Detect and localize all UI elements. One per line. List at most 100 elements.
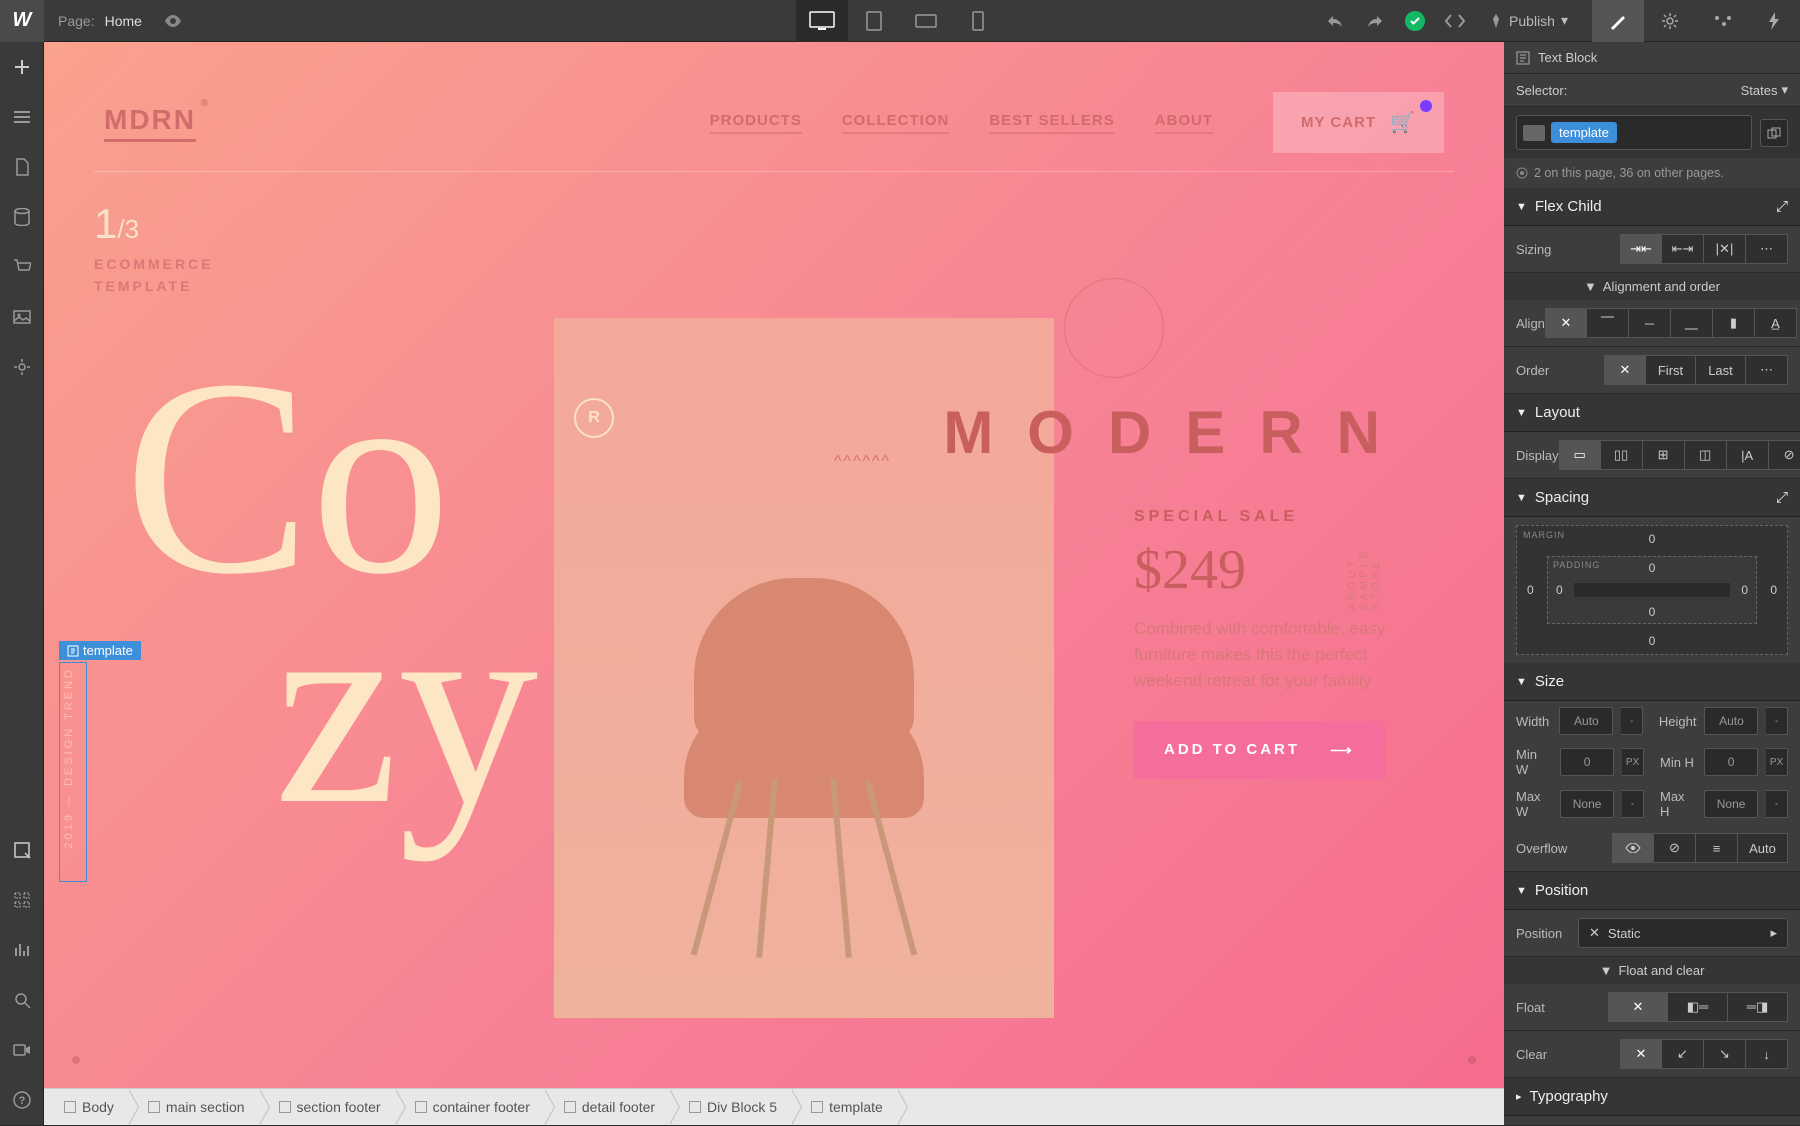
- crumb-main-section[interactable]: main section: [128, 1089, 259, 1126]
- overflow-auto[interactable]: Auto: [1738, 833, 1788, 863]
- states-dropdown[interactable]: States ▾: [1741, 82, 1788, 98]
- display-block[interactable]: ▭: [1559, 440, 1601, 470]
- width-input[interactable]: [1559, 707, 1613, 735]
- crumb-template[interactable]: template: [791, 1089, 897, 1126]
- display-inline-block[interactable]: ◫: [1685, 440, 1727, 470]
- section-position[interactable]: ▼Position: [1504, 872, 1800, 910]
- interactions-tab[interactable]: [1748, 0, 1800, 42]
- sizing-grow[interactable]: ⇤⇥: [1662, 234, 1704, 264]
- crumb-container-footer[interactable]: container footer: [395, 1089, 544, 1126]
- style-manager-tab[interactable]: [1696, 0, 1748, 42]
- clear-none[interactable]: ✕: [1620, 1039, 1662, 1069]
- float-none[interactable]: ✕: [1608, 992, 1668, 1022]
- minh-input[interactable]: [1704, 748, 1758, 776]
- section-size[interactable]: ▼Size: [1504, 663, 1800, 701]
- sizing-more[interactable]: ⋯: [1746, 234, 1788, 264]
- order-none[interactable]: ✕: [1604, 355, 1646, 385]
- grid-button[interactable]: [0, 875, 44, 925]
- style-tab[interactable]: [1592, 0, 1644, 42]
- cart-button[interactable]: MY CART: [1273, 92, 1444, 153]
- sizing-none[interactable]: |✕|: [1704, 234, 1746, 264]
- align-baseline[interactable]: A̲: [1755, 308, 1797, 338]
- device-mobile[interactable]: [952, 0, 1004, 42]
- clear-right[interactable]: ↘: [1704, 1039, 1746, 1069]
- align-end[interactable]: ⎽: [1671, 308, 1713, 338]
- page-name[interactable]: Home: [105, 13, 142, 29]
- clear-both[interactable]: ↓: [1746, 1039, 1788, 1069]
- nav-link-about[interactable]: ABOUT: [1155, 112, 1213, 134]
- preview-icon[interactable]: [164, 15, 182, 27]
- align-stretch[interactable]: ▮: [1713, 308, 1755, 338]
- xray-button[interactable]: [0, 825, 44, 875]
- sub-alignment-order[interactable]: ▼Alignment and order: [1504, 273, 1800, 300]
- settings-tab[interactable]: [1644, 0, 1696, 42]
- add-to-cart-button[interactable]: ADD TO CART ⟶: [1134, 721, 1385, 779]
- maxw-input[interactable]: [1560, 790, 1614, 818]
- selector-class-tag[interactable]: template: [1551, 122, 1617, 143]
- float-left[interactable]: ◧═: [1668, 992, 1728, 1022]
- spacing-editor[interactable]: MARGIN 0 0 0 0 PADDING 0 0 0 0: [1516, 525, 1788, 655]
- display-none[interactable]: ⊘: [1769, 440, 1800, 470]
- slider-dot-right[interactable]: [1468, 1056, 1476, 1064]
- crumb-detail-footer[interactable]: detail footer: [544, 1089, 669, 1126]
- overflow-visible[interactable]: [1612, 833, 1654, 863]
- add-element-button[interactable]: [0, 42, 44, 92]
- redo-button[interactable]: [1355, 0, 1395, 42]
- align-start[interactable]: ⎺: [1587, 308, 1629, 338]
- display-flex[interactable]: ▯▯: [1601, 440, 1643, 470]
- clear-left[interactable]: ↙: [1662, 1039, 1704, 1069]
- section-flex-child[interactable]: ▼Flex Child⤢: [1504, 188, 1800, 226]
- device-tablet[interactable]: [848, 0, 900, 42]
- expand-icon[interactable]: ⤢: [1776, 198, 1788, 215]
- nav-link-products[interactable]: PRODUCTS: [710, 112, 802, 134]
- sizing-shrink[interactable]: ⇥⇤: [1620, 234, 1662, 264]
- section-layout[interactable]: ▼Layout: [1504, 394, 1800, 432]
- order-more[interactable]: ⋯: [1746, 355, 1788, 385]
- display-grid[interactable]: ⊞: [1643, 440, 1685, 470]
- align-center[interactable]: ─: [1629, 308, 1671, 338]
- display-inline[interactable]: |A: [1727, 440, 1769, 470]
- undo-button[interactable]: [1315, 0, 1355, 42]
- sub-float-clear[interactable]: ▼Float and clear: [1504, 957, 1800, 984]
- device-desktop[interactable]: [796, 0, 848, 42]
- height-input[interactable]: [1704, 707, 1758, 735]
- overflow-scroll[interactable]: ≡: [1696, 833, 1738, 863]
- site-settings-button[interactable]: [0, 342, 44, 392]
- crumb-div-block[interactable]: Div Block 5: [669, 1089, 791, 1126]
- navigator-button[interactable]: [0, 92, 44, 142]
- nav-link-collection[interactable]: COLLECTION: [842, 112, 950, 134]
- vertical-about-text[interactable]: ABOUT SAMPLE STORE: [1346, 548, 1382, 611]
- selector-input[interactable]: template: [1516, 115, 1752, 150]
- crumb-body[interactable]: Body: [44, 1089, 128, 1126]
- maxh-input[interactable]: [1704, 790, 1758, 818]
- overflow-hidden[interactable]: ⊘: [1654, 833, 1696, 863]
- float-right[interactable]: ═◨: [1728, 992, 1788, 1022]
- video-button[interactable]: [0, 1025, 44, 1075]
- expand-icon[interactable]: ⤢: [1776, 489, 1788, 506]
- minw-input[interactable]: [1560, 748, 1614, 776]
- assets-button[interactable]: [0, 292, 44, 342]
- inheritance-button[interactable]: [1760, 119, 1788, 147]
- selection-outline[interactable]: template: [59, 662, 87, 882]
- crumb-section-footer[interactable]: section footer: [259, 1089, 395, 1126]
- search-button[interactable]: [0, 975, 44, 1025]
- section-typography[interactable]: ▸Typography: [1504, 1078, 1800, 1116]
- cms-button[interactable]: [0, 192, 44, 242]
- position-select[interactable]: ✕ Static▸: [1578, 918, 1788, 948]
- webflow-logo[interactable]: W: [0, 0, 44, 42]
- section-spacing[interactable]: ▼Spacing⤢: [1504, 479, 1800, 517]
- help-button[interactable]: ?: [0, 1075, 44, 1125]
- brand-logo[interactable]: MDRN®: [104, 104, 196, 142]
- align-none[interactable]: ✕: [1545, 308, 1587, 338]
- design-canvas[interactable]: MDRN® PRODUCTS COLLECTION BEST SELLERS A…: [44, 42, 1504, 1088]
- order-first[interactable]: First: [1646, 355, 1696, 385]
- audit-button[interactable]: [0, 925, 44, 975]
- publish-button[interactable]: Publish ▾: [1475, 12, 1582, 29]
- ecommerce-button[interactable]: [0, 242, 44, 292]
- device-tablet-landscape[interactable]: [900, 0, 952, 42]
- code-export-button[interactable]: [1435, 0, 1475, 42]
- hero-text-zy[interactable]: zy: [274, 588, 538, 826]
- modern-label[interactable]: MODERN: [943, 398, 1414, 467]
- selection-badge[interactable]: template: [59, 641, 141, 660]
- slider-dot-left[interactable]: [72, 1056, 80, 1064]
